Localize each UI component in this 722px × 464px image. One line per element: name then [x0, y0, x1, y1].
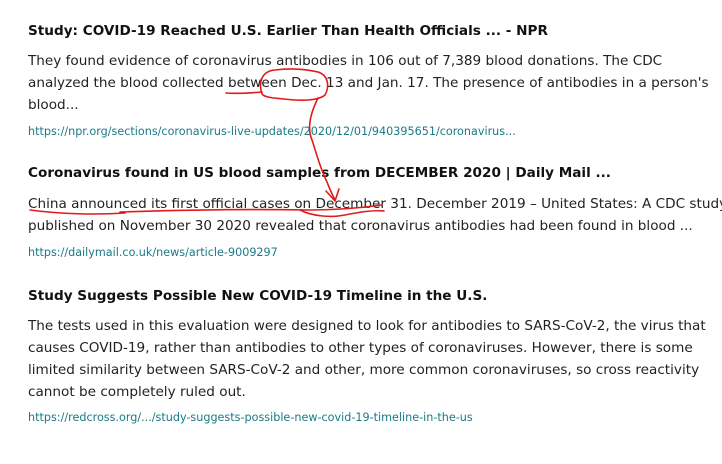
- result-snippet: They found evidence of coronavirus antib…: [28, 50, 709, 116]
- result-url-link[interactable]: https://dailymail.co.uk/news/article-900…: [28, 245, 708, 261]
- result-title-link[interactable]: Study Suggests Possible New COVID-19 Tim…: [28, 286, 708, 306]
- result-snippet: The tests used in this evaluation were d…: [28, 315, 708, 403]
- snippet-line: causes COVID-19, rather than antibodies …: [28, 340, 693, 356]
- snippet-line: China announced its first official cases…: [28, 196, 722, 212]
- snippet-line: analyzed the blood collected between Dec…: [28, 75, 709, 91]
- search-result-npr: Study: COVID-19 Reached U.S. Earlier Tha…: [28, 21, 709, 140]
- result-url-link[interactable]: https://npr.org/sections/coronavirus-liv…: [28, 124, 708, 140]
- snippet-line: They found evidence of coronavirus antib…: [28, 53, 663, 69]
- snippet-line: The tests used in this evaluation were d…: [28, 318, 706, 334]
- result-url-link[interactable]: https://redcross.org/.../study-suggests-…: [28, 410, 708, 426]
- search-result-redcross: Study Suggests Possible New COVID-19 Tim…: [28, 286, 708, 426]
- snippet-line: blood...: [28, 97, 79, 113]
- search-results: Study: COVID-19 Reached U.S. Earlier Tha…: [28, 0, 722, 426]
- search-result-dailymail: Coronavirus found in US blood samples fr…: [28, 163, 722, 261]
- snippet-line: published on November 30 2020 revealed t…: [28, 218, 693, 234]
- snippet-line: limited similarity between SARS-CoV-2 an…: [28, 362, 700, 378]
- result-title-link[interactable]: Study: COVID-19 Reached U.S. Earlier Tha…: [28, 21, 708, 41]
- snippet-line: cannot be completely ruled out.: [28, 384, 246, 400]
- result-snippet: China announced its first official cases…: [28, 193, 722, 237]
- result-title-link[interactable]: Coronavirus found in US blood samples fr…: [28, 163, 708, 183]
